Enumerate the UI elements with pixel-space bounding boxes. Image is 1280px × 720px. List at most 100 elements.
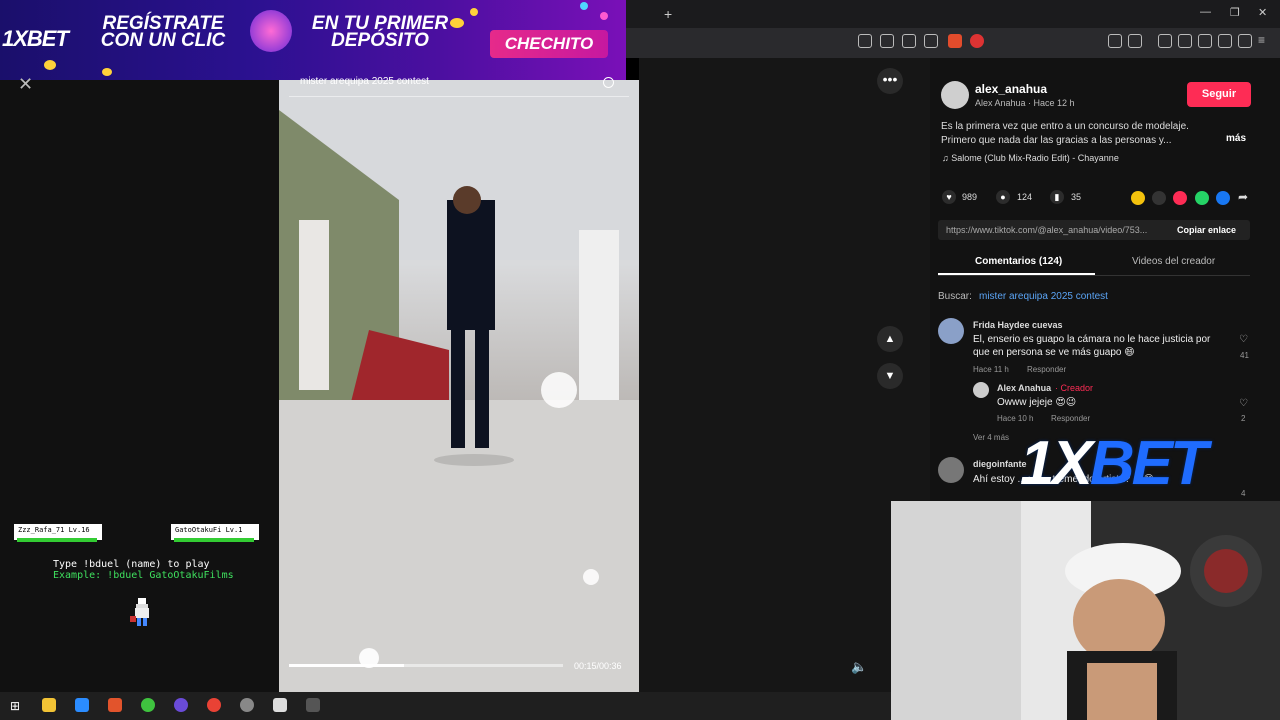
comment-author[interactable]: Frida Haydee cuevas [973,320,1063,330]
volume-icon[interactable]: 🔈 [851,659,867,675]
tab-strip [626,0,1280,28]
like-count: 989 [962,192,978,202]
author-byline: Alex Anahua · Hace 12 h [975,98,1075,108]
comment-time: Hace 11 h [973,365,1009,374]
close-icon[interactable]: ✕ [18,74,33,95]
author-avatar[interactable] [941,81,969,109]
video-progress-fill [289,664,404,667]
wallet-icon[interactable] [1128,34,1142,48]
coin-icon [102,68,112,76]
pixel-character-icon [130,598,149,626]
reply-like-count: 2 [1241,414,1246,423]
previous-video-icon[interactable]: ▲ [877,326,903,352]
sidebar-icon[interactable] [1178,34,1192,48]
bookmark-icon[interactable]: ▮ [1050,190,1064,204]
store-icon[interactable] [75,698,89,712]
discord-icon[interactable] [174,698,188,712]
player2-hp-bar [174,538,254,542]
vpn-icon[interactable] [1238,34,1252,48]
ad-headline-2: EN TU PRIMER DEPÓSITO [311,13,449,51]
ad-headline-1: REGÍSTRATE CON UN CLIC [100,13,226,51]
brave-shield-icon[interactable] [948,34,962,48]
share-page-icon[interactable] [924,34,938,48]
coin-share-icon[interactable] [1131,191,1145,205]
webcam-image [891,501,1280,720]
more-link[interactable]: más [1226,133,1246,144]
ad-promo-button[interactable]: CHECHITO [490,30,608,58]
comment-text: El, enserio es guapo la cámara no le hac… [973,334,1211,358]
video-link[interactable]: https://www.tiktok.com/@alex_anahua/vide… [946,225,1147,235]
reply-button[interactable]: Responder [1027,365,1066,374]
player1-hp-bar [17,538,97,542]
app-window-icon[interactable] [306,698,320,712]
screenshot-icon[interactable] [880,34,894,48]
reply-text: Owww jejeje 😍😉 [997,397,1077,408]
search-term-link[interactable]: mister arequipa 2025 contest [979,291,1108,302]
ad-logo: 1XBET [2,26,69,51]
coin-icon [450,18,464,28]
comment-like-count: 41 [1240,351,1249,360]
reply-author[interactable]: Alex Anahua [997,383,1051,393]
taskbar [0,692,891,720]
reply-avatar[interactable] [973,382,989,398]
tab-comments[interactable]: Comentarios (124) [975,256,1062,267]
tab-creator-videos[interactable]: Videos del creador [1132,256,1215,267]
comment-avatar[interactable] [938,318,964,344]
sponsor-logo-overlay: 1XBET [1020,428,1280,498]
webcam-feed [891,501,1280,720]
sponsor-logo-suffix: BET [1089,429,1208,498]
app-green-icon[interactable] [141,698,155,712]
author-username[interactable]: alex_anahua [975,82,1047,96]
embed-icon[interactable] [1152,191,1166,205]
reply-button[interactable]: Responder [1051,414,1090,423]
calculator-icon[interactable] [273,698,287,712]
search-label: Buscar: [938,291,972,302]
windows-start-icon[interactable]: ⊞ [10,699,20,713]
video-search-text[interactable]: mister arequipa 2025 contest [300,76,429,87]
bookmark-icon[interactable] [1198,34,1212,48]
more-options-icon[interactable]: ••• [877,68,903,94]
copy-link-button[interactable]: Copiar enlace [1177,225,1236,235]
brave-browser-icon[interactable] [108,698,122,712]
heart-icon[interactable]: ♥ [942,190,956,204]
music-credit[interactable]: ♫ Salome (Club Mix-Radio Edit) - Chayann… [942,153,1119,163]
follow-button[interactable]: Seguir [1187,82,1251,107]
leo-ai-icon[interactable] [1218,34,1232,48]
new-tab-icon[interactable]: + [664,6,672,22]
rewards-icon[interactable] [970,34,984,48]
extensions-icon[interactable] [1108,34,1122,48]
music-icon[interactable] [1158,34,1172,48]
sponsor-logo-prefix: 1X [1020,429,1093,498]
creator-badge: · Creador [1055,383,1094,393]
confetti-icon [580,2,588,10]
menu-icon[interactable]: ≡ [1258,34,1272,48]
ad-banner[interactable]: 1XBET REGÍSTRATE CON UN CLIC EN TU PRIME… [0,0,626,80]
reader-icon[interactable] [858,34,872,48]
share-arrow-icon[interactable]: ➦ [1238,190,1248,204]
chrome-icon[interactable] [207,698,221,712]
confetti-icon [470,8,478,16]
next-video-icon[interactable]: ▼ [877,363,903,389]
video-player[interactable] [279,80,639,692]
file-explorer-icon[interactable] [42,698,56,712]
search-icon[interactable] [603,77,614,88]
close-window-icon[interactable]: ✕ [1258,6,1267,19]
translate-icon[interactable] [902,34,916,48]
see-more-replies[interactable]: Ver 4 más [973,433,1009,442]
video-time: 00:15/00:36 [574,661,622,671]
player1-name: Zzz_Rafa_71 Lv.16 [18,526,90,534]
minimize-icon[interactable]: — [1200,6,1211,18]
whatsapp-icon[interactable] [1195,191,1209,205]
comment-icon[interactable]: ● [996,190,1010,204]
comment-author[interactable]: diegoinfante [973,459,1027,469]
comment-like-icon[interactable]: ♡ [1239,334,1248,345]
dice-icon [250,10,292,52]
reply-like-icon[interactable]: ♡ [1239,398,1248,409]
confetti-icon [600,12,608,20]
send-icon[interactable] [1173,191,1187,205]
comment-avatar[interactable] [938,457,964,483]
facebook-icon[interactable] [1216,191,1230,205]
game-instruction: Type !bduel (name) to play [53,559,210,570]
obs-icon[interactable] [240,698,254,712]
restore-icon[interactable]: ❐ [1230,6,1240,19]
